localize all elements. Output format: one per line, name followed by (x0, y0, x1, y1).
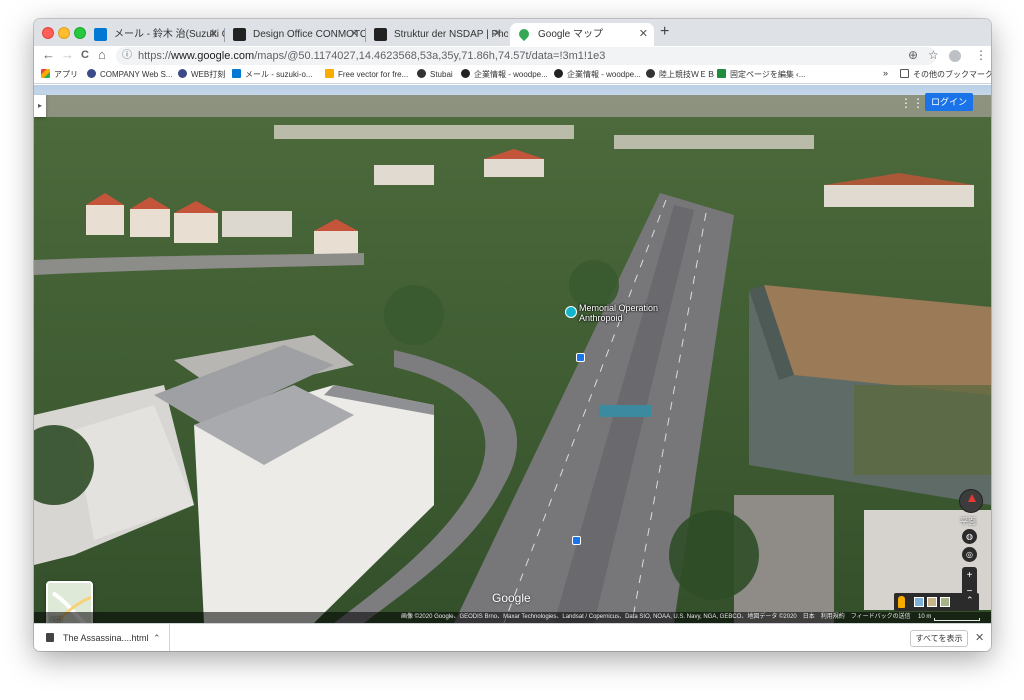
page-icon (717, 69, 726, 78)
landmark-pin-icon[interactable] (565, 306, 577, 318)
download-item[interactable]: The Assassina....html ⌃ (34, 624, 170, 651)
maps-pin-icon (516, 26, 532, 42)
url-path: /maps/@50.1174027,14.4623568,53a,35y,71.… (254, 50, 606, 62)
url-host: www.google.com (171, 50, 255, 62)
layer-thumbnail[interactable] (927, 597, 937, 607)
tab-google-maps[interactable]: Google マップ ✕ (510, 23, 654, 46)
forward-icon[interactable]: → (61, 47, 74, 62)
side-panel-toggle[interactable]: ▸ (34, 95, 46, 117)
tab-title: Google マップ (538, 29, 604, 40)
tab-struktur[interactable]: Struktur der NSDAP | Photogra ✕ (366, 23, 508, 46)
bookmark-item[interactable]: WEB打刻 (178, 69, 225, 80)
tab-title: Design Office CONMOTO Osamu (253, 29, 365, 40)
tab-strip: メール - 鈴木 治(Suzuki Osamu) ✕ Design Office… (34, 19, 991, 46)
globe-icon (178, 69, 187, 78)
globe-icon (87, 69, 96, 78)
tab-design-office[interactable]: Design Office CONMOTO Osamu ✕ (225, 23, 365, 46)
satellite-scene (34, 85, 991, 623)
bookmark-item[interactable]: COMPANY Web S... (87, 69, 172, 79)
close-window-button[interactable] (42, 27, 54, 39)
globe-icon (417, 69, 426, 78)
bookmark-apps[interactable]: アプリ (41, 69, 78, 80)
transit-stop-icon[interactable] (572, 536, 581, 545)
close-icon[interactable]: ✕ (639, 23, 648, 46)
bookmark-item[interactable]: メール - suzuki-o... (232, 69, 313, 80)
bookmark-item[interactable]: Stubai (417, 69, 453, 79)
tab-outlook-mail[interactable]: メール - 鈴木 治(Suzuki Osamu) ✕ (86, 23, 224, 46)
zoom-in-button[interactable]: + (962, 568, 977, 584)
tab-title: メール - 鈴木 治(Suzuki Osamu) (114, 29, 224, 40)
chevron-up-icon[interactable]: ⌃ (153, 624, 161, 651)
url-scheme: https:// (138, 50, 172, 62)
google-logo: Google (492, 591, 531, 605)
home-icon[interactable]: ⌂ (98, 47, 106, 62)
outlook-icon (232, 69, 241, 78)
reload-icon[interactable]: C (81, 49, 89, 61)
file-icon (46, 633, 54, 642)
folder-icon (900, 69, 909, 78)
close-icon[interactable]: ✕ (493, 23, 502, 46)
close-icon[interactable]: ✕ (350, 23, 359, 46)
bookmark-item[interactable]: 企業情報 - woodpe... (554, 69, 641, 80)
bookmark-item[interactable]: 固定ページを編集 ‹... (717, 69, 805, 80)
poi-label[interactable]: Memorial Operation Anthropoid (579, 303, 658, 323)
my-location-icon[interactable]: ◎ (962, 547, 977, 562)
bookmark-item[interactable]: Free vector for fre... (325, 69, 408, 79)
info-icon[interactable]: ⓘ (122, 47, 132, 65)
scale-label[interactable]: 10 m (918, 612, 931, 623)
chevron-up-icon[interactable]: ⌃ (966, 595, 974, 606)
maximize-window-button[interactable] (74, 27, 86, 39)
bookmark-folder-other[interactable]: その他のブックマーク (900, 69, 991, 80)
bookmark-item[interactable]: 企業情報 - woodpe... (461, 69, 548, 80)
download-filename: The Assassina....html (63, 633, 149, 643)
show-all-downloads-button[interactable]: すべてを表示 (910, 630, 968, 647)
pegman-icon[interactable] (898, 596, 905, 608)
close-icon[interactable]: ✕ (209, 23, 218, 46)
layer-thumbnail[interactable] (940, 597, 950, 607)
apps-grid-icon (41, 69, 50, 78)
download-arrow-icon (325, 69, 334, 78)
conmoto-icon (374, 28, 387, 41)
globe-icon (646, 69, 655, 78)
login-button[interactable]: ログイン (925, 93, 973, 111)
compass-icon[interactable] (959, 489, 983, 513)
woodpecker-icon (461, 69, 470, 78)
map-canvas[interactable]: ▸ ⋮⋮⋮ ログイン Memorial Operation Anthropoid… (34, 85, 991, 623)
browser-window: メール - 鈴木 治(Suzuki Osamu) ✕ Design Office… (34, 19, 991, 651)
globe-icon[interactable]: ◍ (962, 529, 977, 544)
layer-thumbnail[interactable] (914, 597, 924, 607)
close-icon[interactable]: ✕ (975, 631, 984, 644)
scale-bar (934, 618, 980, 621)
browser-toolbar: ← → C ⌂ ⓘ https://www.google.com/maps/@5… (34, 46, 991, 66)
outlook-icon (94, 28, 107, 41)
tilt-toggle[interactable]: 平面 (960, 516, 976, 527)
map-footer: 画像 ©2020 Google、GEODIS Brno、Maxar Techno… (34, 612, 991, 623)
profile-avatar[interactable] (949, 50, 961, 62)
download-shelf: The Assassina....html ⌃ すべてを表示 ✕ (34, 623, 991, 651)
minimize-window-button[interactable] (58, 27, 70, 39)
back-icon[interactable]: ← (42, 47, 55, 62)
layers-panel: ⌃ (894, 593, 979, 611)
location-icon[interactable]: ⊕ (908, 48, 918, 62)
conmoto-icon (233, 28, 246, 41)
bookmark-item[interactable]: 陸上競技ＷＥＢ (646, 69, 715, 80)
bookmarks-bar: アプリ COMPANY Web S... WEB打刻 メール - suzuki-… (34, 66, 991, 84)
attribution-text[interactable]: 画像 ©2020 Google、GEODIS Brno、Maxar Techno… (401, 612, 911, 623)
compass-needle-icon (968, 494, 976, 502)
transit-stop-icon[interactable] (576, 353, 585, 362)
tab-title: Struktur der NSDAP | Photogra (394, 29, 508, 40)
new-tab-button[interactable]: + (660, 23, 669, 41)
address-bar[interactable]: ⓘ https://www.google.com/maps/@50.117402… (116, 47, 936, 65)
woodpecker-icon (554, 69, 563, 78)
menu-icon[interactable]: ⋮ (975, 48, 987, 62)
star-icon[interactable]: ☆ (928, 48, 939, 62)
bookmarks-overflow[interactable]: » (883, 68, 888, 78)
